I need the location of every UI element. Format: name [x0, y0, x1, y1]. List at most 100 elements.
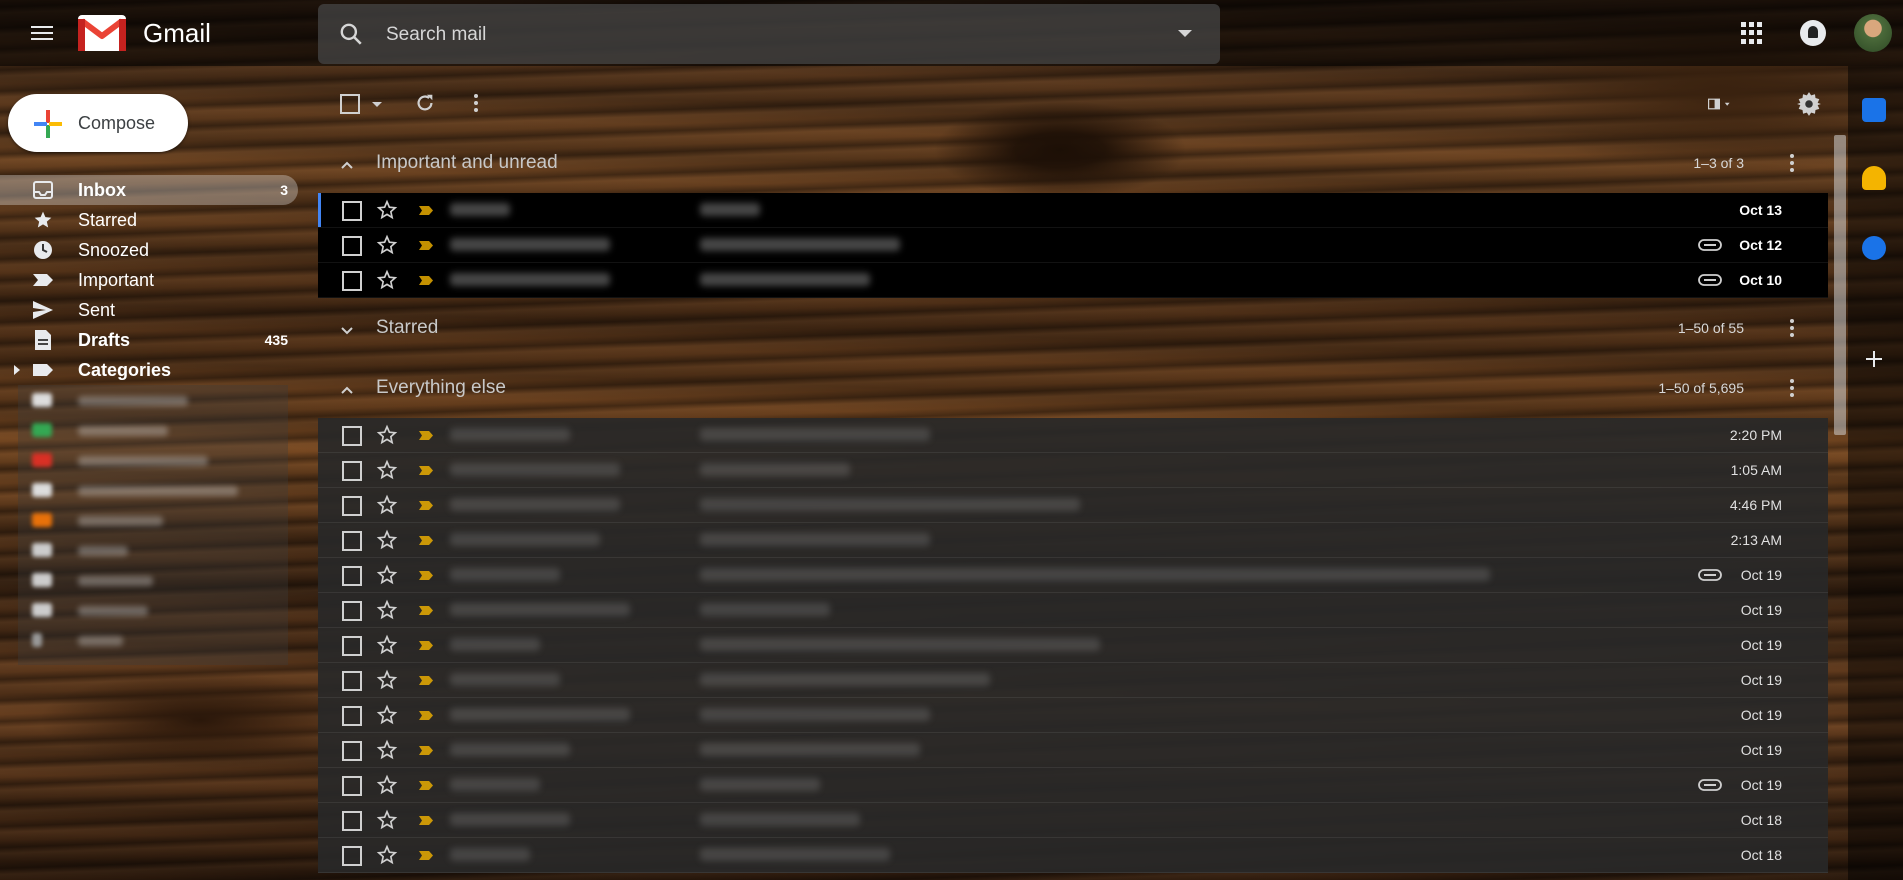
search-options-chevron-icon[interactable] — [1178, 30, 1192, 37]
row-checkbox[interactable] — [342, 811, 362, 831]
email-row[interactable]: Oct 12 — [318, 228, 1828, 263]
chevron-down-icon[interactable] — [340, 323, 354, 337]
star-icon[interactable] — [376, 739, 398, 761]
label-item[interactable] — [32, 510, 242, 530]
google-apps-icon[interactable] — [1741, 22, 1763, 44]
sidebar-item-inbox[interactable]: Inbox 3 — [0, 175, 298, 205]
section-header-starred[interactable]: Starred 1–50 of 55 — [318, 305, 1828, 353]
notifications-icon[interactable] — [1800, 20, 1826, 46]
section-more-icon[interactable] — [1790, 154, 1794, 175]
email-row[interactable]: Oct 19 — [318, 733, 1828, 768]
row-checkbox[interactable] — [342, 461, 362, 481]
row-checkbox[interactable] — [342, 601, 362, 621]
sidebar-item-sent[interactable]: Sent — [0, 295, 298, 325]
star-icon[interactable] — [376, 809, 398, 831]
label-item[interactable] — [32, 570, 242, 590]
star-icon[interactable] — [376, 269, 398, 291]
gear-icon[interactable] — [1796, 91, 1822, 117]
label-item[interactable] — [32, 420, 242, 440]
star-icon[interactable] — [376, 424, 398, 446]
email-row[interactable]: Oct 19 — [318, 663, 1828, 698]
chevron-up-icon[interactable] — [340, 383, 354, 397]
email-row[interactable]: 1:05 AM — [318, 453, 1828, 488]
sidebar-item-categories[interactable]: Categories — [0, 355, 298, 385]
star-icon[interactable] — [376, 844, 398, 866]
email-row[interactable]: Oct 10 — [318, 263, 1828, 298]
star-icon[interactable] — [376, 774, 398, 796]
row-checkbox[interactable] — [342, 741, 362, 761]
email-row[interactable]: Oct 19 — [318, 593, 1828, 628]
important-marker-icon[interactable] — [418, 745, 434, 756]
important-marker-icon[interactable] — [418, 430, 434, 441]
star-icon[interactable] — [376, 529, 398, 551]
row-checkbox[interactable] — [342, 201, 362, 221]
email-row[interactable]: Oct 13 — [318, 193, 1828, 228]
add-addon-icon[interactable] — [1865, 350, 1883, 368]
section-more-icon[interactable] — [1790, 319, 1794, 340]
important-marker-icon[interactable] — [418, 850, 434, 861]
email-row[interactable]: 4:46 PM — [318, 488, 1828, 523]
star-icon[interactable] — [376, 669, 398, 691]
attachment-icon[interactable] — [1698, 274, 1722, 286]
calendar-icon[interactable] — [1862, 98, 1886, 122]
star-icon[interactable] — [376, 494, 398, 516]
row-checkbox[interactable] — [342, 671, 362, 691]
app-name[interactable]: Gmail — [143, 18, 211, 49]
star-icon[interactable] — [376, 459, 398, 481]
email-row[interactable]: 2:20 PM — [318, 418, 1828, 453]
section-more-icon[interactable] — [1790, 379, 1794, 400]
label-item[interactable] — [32, 630, 242, 650]
email-row[interactable]: Oct 19 — [318, 628, 1828, 663]
email-row[interactable]: Oct 19 — [318, 558, 1828, 593]
tasks-icon[interactable] — [1862, 236, 1886, 260]
scrollbar[interactable] — [1834, 135, 1846, 435]
important-marker-icon[interactable] — [418, 780, 434, 791]
row-checkbox[interactable] — [342, 496, 362, 516]
important-marker-icon[interactable] — [418, 675, 434, 686]
search-input[interactable] — [384, 18, 1148, 52]
compose-button[interactable]: Compose — [8, 94, 188, 152]
sidebar-item-important[interactable]: Important — [0, 265, 298, 295]
important-marker-icon[interactable] — [418, 605, 434, 616]
important-marker-icon[interactable] — [418, 570, 434, 581]
important-marker-icon[interactable] — [418, 205, 434, 216]
row-checkbox[interactable] — [342, 566, 362, 586]
email-row[interactable]: Oct 18 — [318, 803, 1828, 838]
row-checkbox[interactable] — [342, 236, 362, 256]
sidebar-item-drafts[interactable]: Drafts 435 — [0, 325, 298, 355]
select-options-chevron-icon[interactable] — [372, 102, 382, 107]
keep-icon[interactable] — [1862, 166, 1886, 190]
label-item[interactable] — [32, 480, 242, 500]
email-row[interactable]: Oct 19 — [318, 698, 1828, 733]
important-marker-icon[interactable] — [418, 815, 434, 826]
row-checkbox[interactable] — [342, 426, 362, 446]
chevron-up-icon[interactable] — [340, 158, 354, 172]
main-menu-icon[interactable] — [28, 22, 56, 44]
star-icon[interactable] — [376, 599, 398, 621]
split-pane-icon[interactable] — [1708, 95, 1732, 113]
row-checkbox[interactable] — [342, 776, 362, 796]
important-marker-icon[interactable] — [418, 710, 434, 721]
section-header-important-unread[interactable]: Important and unread 1–3 of 3 — [318, 140, 1828, 188]
refresh-icon[interactable] — [414, 92, 436, 114]
important-marker-icon[interactable] — [418, 240, 434, 251]
email-row[interactable]: Oct 19 — [318, 768, 1828, 803]
star-icon[interactable] — [376, 704, 398, 726]
important-marker-icon[interactable] — [418, 465, 434, 476]
attachment-icon[interactable] — [1698, 239, 1722, 251]
star-icon[interactable] — [376, 564, 398, 586]
row-checkbox[interactable] — [342, 706, 362, 726]
search-bar[interactable] — [318, 4, 1220, 64]
important-marker-icon[interactable] — [418, 275, 434, 286]
important-marker-icon[interactable] — [418, 640, 434, 651]
label-item[interactable] — [32, 540, 242, 560]
attachment-icon[interactable] — [1698, 569, 1722, 581]
row-checkbox[interactable] — [342, 636, 362, 656]
avatar[interactable] — [1854, 14, 1892, 52]
more-options-icon[interactable] — [474, 94, 478, 115]
label-item[interactable] — [32, 600, 242, 620]
row-checkbox[interactable] — [342, 846, 362, 866]
sidebar-item-snoozed[interactable]: Snoozed — [0, 235, 298, 265]
email-row[interactable]: 2:13 AM — [318, 523, 1828, 558]
label-item[interactable] — [32, 450, 242, 470]
